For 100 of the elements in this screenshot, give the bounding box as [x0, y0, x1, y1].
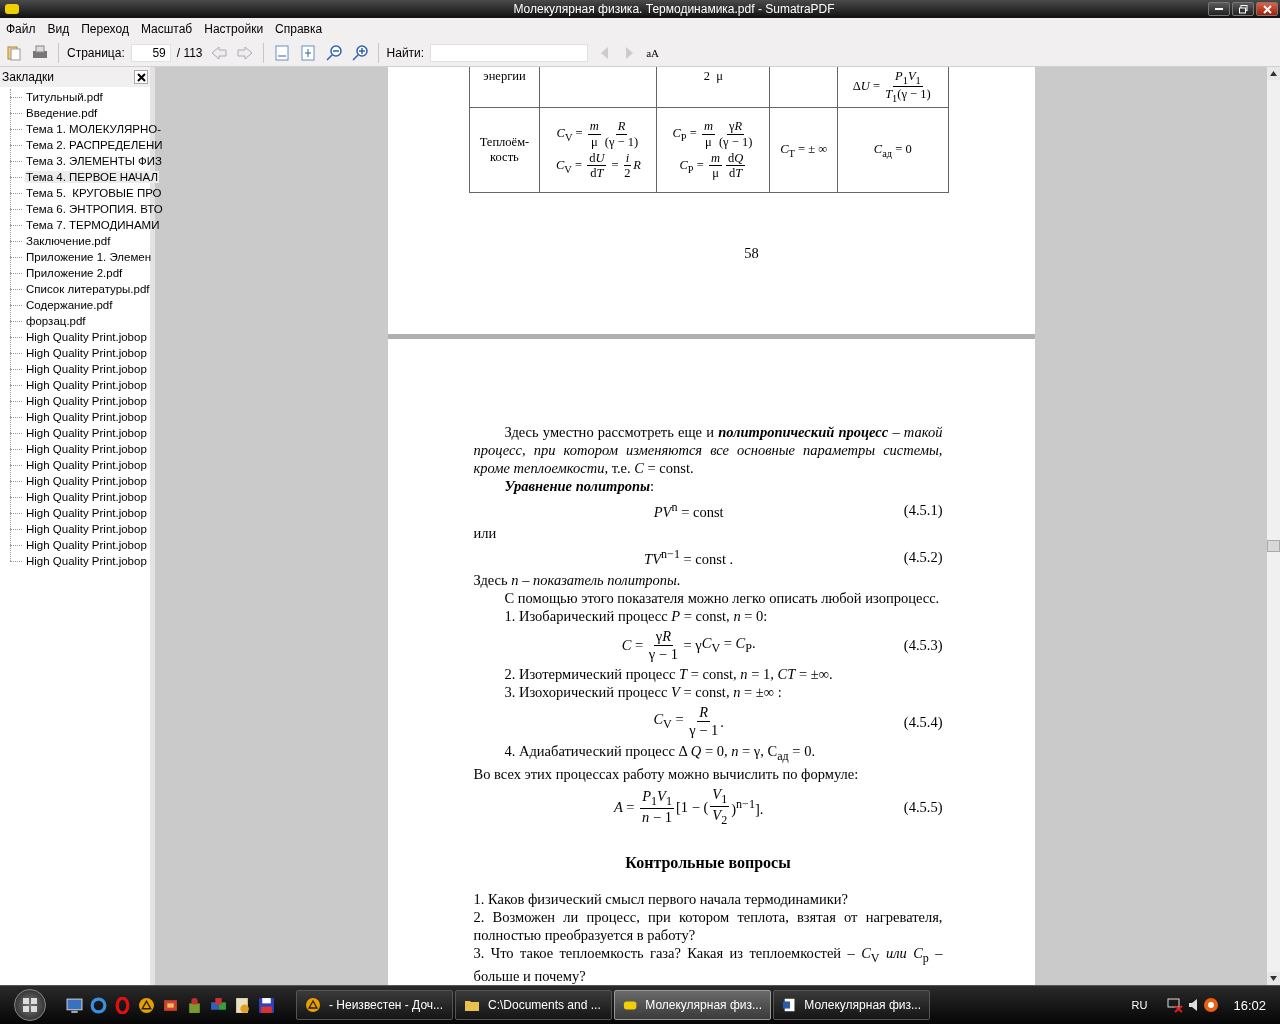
- scroll-down-button[interactable]: [1267, 972, 1280, 985]
- formula: C$_{T}$ = ± ∞: [780, 141, 828, 159]
- paragraph: Здесь уместно рассмотреть еще и политропический процесс – такой процесс, при котором изменяются все основные параметры системы, кроме теплоемкости, т.е. C = const.: [473, 423, 943, 478]
- previous-arrow-icon: [599, 46, 610, 60]
- page-total: / 113: [176, 46, 203, 60]
- formula: 2 μ: [703, 69, 723, 84]
- paragraph: 1. Изобарический процесс P = const, n = 0:: [503, 607, 769, 625]
- menu-item[interactable]: Масштаб: [134, 22, 199, 36]
- paragraph: Во всех этих процессах работу можно вычислить по формуле:: [473, 764, 860, 783]
- bookmark-item[interactable]: High Quality Print.jobop: [25, 395, 148, 407]
- equation-number: (4.5.2): [903, 547, 943, 566]
- bookmark-item[interactable]: High Quality Print.jobop: [25, 331, 148, 343]
- paragraph: 4. Адиабатический процесс Δ Q = 0, n = γ, C$_{ад}$ = 0.: [503, 741, 817, 765]
- page-label: Страница:: [67, 46, 125, 60]
- paragraph: 2. Изотермический процесс T = const, n = 1, CT = ±∞.: [503, 665, 834, 684]
- bookmark-item[interactable]: Тема 5. КРУГОВЫЕ ПРО: [25, 187, 163, 199]
- network-error-icon: [1167, 997, 1184, 1013]
- bookmark-item[interactable]: Тема 1. МОЛЕКУЛЯРНО-: [25, 123, 163, 135]
- windows-logo-icon: [22, 997, 38, 1013]
- clock: 16:02: [1233, 997, 1266, 1013]
- bookmark-item[interactable]: Приложение 2.pdf: [25, 267, 124, 279]
- section-heading: Контрольные вопросы: [624, 854, 792, 873]
- document-icon: [782, 997, 797, 1013]
- package-icon[interactable]: [186, 996, 203, 1014]
- bookmark-item[interactable]: High Quality Print.jobop: [25, 475, 148, 487]
- bookmark-item[interactable]: High Quality Print.jobop: [25, 363, 148, 375]
- bookmark-item[interactable]: Содержание.pdf: [25, 299, 114, 311]
- target-icon: [1203, 997, 1220, 1013]
- bookmark-item[interactable]: Тема 4. ПЕРВОЕ НАЧАЛ: [25, 171, 159, 183]
- bookmark-item[interactable]: Приложение 1. Элемен: [25, 251, 153, 263]
- start-button[interactable]: [14, 989, 46, 1021]
- formula: C$_{ад}$ = 0: [873, 141, 912, 159]
- close-icon: [1262, 4, 1272, 14]
- bookmark-item[interactable]: High Quality Print.jobop: [25, 459, 148, 471]
- close-button[interactable]: [1256, 2, 1278, 16]
- speaker-icon[interactable]: [1189, 999, 1198, 1011]
- bookmark-item[interactable]: High Quality Print.jobop: [25, 443, 148, 455]
- scroll-up-button[interactable]: [1267, 67, 1280, 80]
- minimize-button[interactable]: [1208, 2, 1230, 16]
- formula: PV$^{n}$ = const: [653, 499, 724, 522]
- taskbar-button[interactable]: Молекулярная физ...: [614, 990, 771, 1020]
- page-number-field[interactable]: 59: [130, 44, 171, 62]
- monitor-icon[interactable]: [66, 996, 83, 1014]
- menu-item[interactable]: Переход: [75, 22, 135, 36]
- bookmark-item[interactable]: форзац.pdf: [25, 315, 87, 327]
- language-indicator[interactable]: RU: [1131, 999, 1148, 1011]
- menu-item[interactable]: Настройки: [198, 22, 270, 36]
- menu-item[interactable]: Вид: [41, 22, 76, 36]
- paragraph: 2. Возможен ли процесс, при котором теплота, взятая от нагревателя, полностью преобразуется в работу?: [473, 908, 943, 945]
- bookmark-item[interactable]: High Quality Print.jobop: [25, 507, 148, 519]
- formula: ΔU = P$_{1}$V$_{1}$ T$_{1}$(γ − 1): [852, 69, 932, 105]
- bookmark-item[interactable]: High Quality Print.jobop: [25, 347, 148, 359]
- scrollbar-thumb[interactable]: [1267, 540, 1280, 552]
- taskbar-button[interactable]: Молекулярная физ...: [773, 990, 930, 1020]
- bookmark-item[interactable]: Список литературы.pdf: [25, 283, 151, 295]
- find-label: Найти:: [386, 46, 425, 60]
- paragraph: С помощью этого показателя можно легко описать любой изопроцесс.: [503, 589, 941, 607]
- find-field[interactable]: [430, 44, 589, 62]
- paragraph: Здесь n – показатель политропы.: [473, 571, 682, 589]
- window-title: Молекулярная физика. Термодинамика.pdf - SumatraPDF: [512, 2, 836, 16]
- equation-number: (4.5.4): [903, 712, 943, 731]
- bookmark-item[interactable]: High Quality Print.jobop: [25, 411, 148, 423]
- bookmark-item[interactable]: High Quality Print.jobop: [25, 379, 148, 391]
- equation-number: (4.5.3): [903, 636, 943, 655]
- bookmark-item[interactable]: Тема 6. ЭНТРОПИЯ. ВТО: [25, 203, 164, 215]
- match-case-button[interactable]: aA: [646, 47, 659, 59]
- equation-number: (4.5.1): [903, 500, 943, 519]
- row-label: энергии: [483, 69, 526, 84]
- bookmark-item[interactable]: Тема 7. ТЕРМОДИНАМИ: [25, 219, 161, 231]
- formula: A = P$_{1}$V$_{1}$ n − 1 [1 − ( V$_{1}$ V$_{2}$ )$^{n−1}$].: [613, 785, 764, 829]
- down-arrow-icon: [1270, 976, 1277, 981]
- menu-item[interactable]: Справка: [269, 22, 329, 36]
- pdf-logo-icon: [4, 1, 20, 17]
- taskbar-button[interactable]: - Неизвестен - Доч...: [296, 990, 453, 1020]
- close-icon[interactable]: [134, 70, 148, 84]
- document-icon[interactable]: [234, 996, 251, 1014]
- bookmark-item[interactable]: Титульный.pdf: [25, 91, 104, 103]
- bookmark-item[interactable]: Заключение.pdf: [25, 235, 112, 247]
- restore-icon: [1238, 4, 1248, 14]
- bookmark-item[interactable]: High Quality Print.jobop: [25, 539, 148, 551]
- bookmark-item[interactable]: High Quality Print.jobop: [25, 523, 148, 535]
- bookmark-item[interactable]: Тема 3. ЭЛЕМЕНТЫ ФИЗ: [25, 155, 164, 167]
- minimize-icon: [1215, 8, 1223, 10]
- row-label: Теплоём- кость: [479, 134, 530, 165]
- bookmark-item[interactable]: High Quality Print.jobop: [25, 427, 148, 439]
- globe-icon[interactable]: [90, 996, 107, 1014]
- bookmark-item[interactable]: Тема 2. РАСПРЕДЕЛЕНИ: [25, 139, 164, 151]
- ring-icon[interactable]: [114, 996, 131, 1014]
- paragraph: или: [473, 524, 498, 543]
- bookmark-item[interactable]: Введение.pdf: [25, 107, 99, 119]
- bookmark-item[interactable]: High Quality Print.jobop: [25, 555, 148, 567]
- menu-item[interactable]: Файл: [0, 22, 42, 36]
- paragraph: 3. Изохорический процесс V = const, n = ±∞ :: [503, 683, 783, 702]
- taskbar-button[interactable]: C:\Documents and ...: [455, 990, 612, 1020]
- page-number: 58: [743, 244, 760, 262]
- paragraph: 1. Каков физический смысл первого начала термодинамики?: [473, 890, 849, 909]
- restore-button[interactable]: [1232, 2, 1254, 16]
- bookmark-item[interactable]: High Quality Print.jobop: [25, 491, 148, 503]
- formula: TV$^{n−1}$ = const .: [644, 546, 734, 568]
- paragraph: 3. Что такое теплоемкость газа? Какая из теплоемкостей – C$_{V}$ или C$_{p}$ – больше и почему?: [473, 944, 943, 985]
